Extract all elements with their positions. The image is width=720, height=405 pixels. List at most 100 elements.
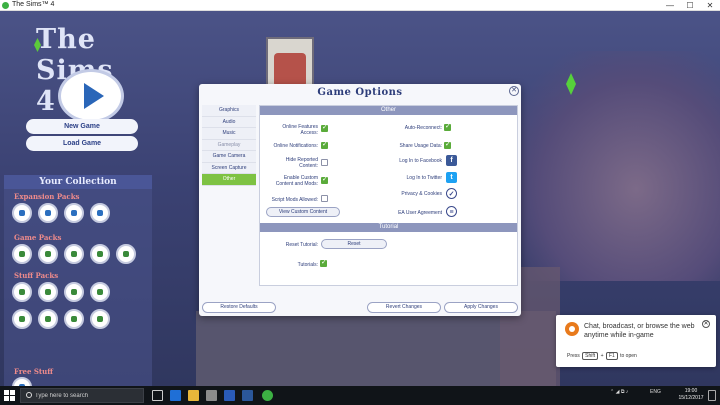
taskbar-search[interactable] bbox=[20, 388, 144, 403]
tab-other[interactable]: Other bbox=[202, 174, 256, 186]
pack-icon[interactable] bbox=[38, 244, 58, 264]
apply-changes-button[interactable]: Apply Changes bbox=[444, 302, 518, 313]
section-other-heading: Other bbox=[260, 106, 517, 115]
twitter-icon[interactable]: t bbox=[446, 172, 457, 183]
category-expansion-packs: Expansion Packs bbox=[14, 192, 80, 201]
pack-icon[interactable] bbox=[64, 244, 84, 264]
pack-icon[interactable] bbox=[12, 203, 32, 223]
script-mods-label: Script Mods Allowed: bbox=[271, 197, 318, 203]
pack-icon[interactable] bbox=[90, 203, 110, 223]
online-features-label: Online Features Access: bbox=[282, 124, 318, 136]
clock[interactable]: 19:00 15/12/2017 bbox=[676, 388, 706, 402]
clock-date: 15/12/2017 bbox=[678, 395, 704, 401]
reset-tutorial-label: Reset Tutorial: bbox=[285, 242, 318, 248]
sims-app-icon[interactable] bbox=[262, 390, 273, 401]
maximize-button[interactable]: ☐ bbox=[680, 0, 700, 11]
options-panel: Other Online Features Access: Online Not… bbox=[259, 105, 518, 286]
category-stuff-packs: Stuff Packs bbox=[14, 271, 59, 280]
pack-icon[interactable] bbox=[116, 244, 136, 264]
close-notification-button[interactable]: ✕ bbox=[702, 320, 710, 328]
reset-tutorial-button[interactable]: Reset bbox=[321, 239, 387, 249]
revert-changes-button[interactable]: Revert Changes bbox=[367, 302, 441, 313]
to-open-label: to open bbox=[620, 353, 637, 359]
tab-gameplay[interactable]: Gameplay bbox=[202, 139, 256, 151]
pack-icon[interactable] bbox=[12, 377, 32, 386]
search-input[interactable] bbox=[35, 390, 140, 401]
pack-icon[interactable] bbox=[38, 282, 58, 302]
shield-check-icon[interactable]: ✓ bbox=[446, 188, 457, 199]
pack-icon[interactable] bbox=[64, 282, 84, 302]
word-icon[interactable] bbox=[242, 390, 253, 401]
restore-defaults-button[interactable]: Restore Defaults bbox=[202, 302, 276, 313]
minimize-button[interactable]: — bbox=[660, 0, 680, 11]
edge-icon[interactable] bbox=[170, 390, 181, 401]
pack-icon[interactable] bbox=[12, 309, 32, 329]
clock-time: 19:00 bbox=[684, 388, 698, 394]
auto-reconnect-checkbox[interactable] bbox=[444, 122, 451, 131]
overlay-notification[interactable]: Chat, broadcast, or browse the web anyti… bbox=[556, 315, 716, 367]
pack-icon[interactable] bbox=[12, 244, 32, 264]
plus-sign: + bbox=[600, 353, 604, 359]
section-tutorial-heading: Tutorial bbox=[260, 223, 517, 232]
pack-icon[interactable] bbox=[12, 282, 32, 302]
play-icon bbox=[84, 83, 104, 109]
custom-content-checkbox[interactable] bbox=[321, 175, 328, 184]
tab-audio[interactable]: Audio bbox=[202, 116, 256, 128]
tray-icons[interactable]: ⌃ ◢ ⧉ ♪ bbox=[610, 389, 628, 395]
tab-game-camera[interactable]: Game Camera bbox=[202, 151, 256, 163]
pack-icon[interactable] bbox=[64, 203, 84, 223]
tutorials-checkbox[interactable] bbox=[320, 258, 327, 267]
dialog-title: Game Options bbox=[317, 87, 403, 98]
tab-graphics[interactable]: Graphics bbox=[202, 105, 256, 117]
window-titlebar: The Sims™ 4 — ☐ ✕ bbox=[0, 0, 720, 11]
notification-text: Chat, broadcast, or browse the web anyti… bbox=[584, 323, 695, 339]
category-game-packs: Game Packs bbox=[14, 233, 62, 242]
press-label: Press bbox=[567, 353, 580, 359]
task-view-icon[interactable] bbox=[152, 390, 163, 401]
ea-agreement-label: EA User Agreement bbox=[398, 210, 442, 216]
online-notifications-label: Online Notifications: bbox=[273, 143, 318, 149]
tab-music[interactable]: Music bbox=[202, 128, 256, 140]
new-game-button[interactable]: New Game bbox=[26, 119, 138, 134]
hide-reported-checkbox[interactable] bbox=[321, 159, 328, 166]
play-button[interactable] bbox=[58, 69, 124, 123]
game-logo: The Sims 4 bbox=[34, 24, 136, 117]
store-icon[interactable] bbox=[206, 390, 217, 401]
background-art bbox=[510, 51, 720, 281]
share-usage-label: Share Usage Data: bbox=[399, 143, 442, 149]
pack-icon[interactable] bbox=[90, 244, 110, 264]
facebook-icon[interactable]: f bbox=[446, 155, 457, 166]
custom-content-label: Enable Custom Content and Mods: bbox=[275, 175, 318, 187]
load-game-button[interactable]: Load Game bbox=[26, 136, 138, 151]
close-dialog-button[interactable]: ✕ bbox=[509, 86, 519, 96]
auto-reconnect-label: Auto-Reconnect: bbox=[404, 125, 442, 131]
tab-screen-capture[interactable]: Screen Capture bbox=[202, 162, 256, 174]
view-custom-content-button[interactable]: View Custom Content bbox=[266, 207, 340, 217]
game-options-dialog: Game Options ✕ Graphics Audio Music Game… bbox=[199, 84, 521, 316]
notifications-icon[interactable] bbox=[708, 390, 716, 401]
pack-icon[interactable] bbox=[38, 309, 58, 329]
share-usage-checkbox[interactable] bbox=[444, 140, 451, 149]
file-explorer-icon[interactable] bbox=[188, 390, 199, 401]
pack-icon[interactable] bbox=[64, 309, 84, 329]
pack-icon[interactable] bbox=[90, 309, 110, 329]
pack-icon[interactable] bbox=[90, 282, 110, 302]
taskbar: ⌃ ◢ ⧉ ♪ ENG 19:00 15/12/2017 bbox=[0, 386, 720, 405]
online-notifications-checkbox[interactable] bbox=[321, 140, 328, 149]
facebook-label: Log In to Facebook bbox=[399, 158, 442, 164]
overlay-icon bbox=[565, 322, 579, 336]
online-features-checkbox[interactable] bbox=[321, 123, 328, 132]
document-icon[interactable]: ≡ bbox=[446, 206, 457, 217]
script-mods-checkbox[interactable] bbox=[321, 195, 328, 202]
hide-reported-label: Hide Reported Content: bbox=[285, 157, 318, 169]
language-indicator[interactable]: ENG bbox=[650, 389, 661, 395]
window-title: The Sims™ 4 bbox=[12, 1, 55, 8]
category-free-stuff: Free Stuff bbox=[14, 367, 54, 376]
shift-key: Shift bbox=[582, 352, 599, 360]
twitter-label: Log In to Twitter bbox=[406, 175, 442, 181]
tutorials-label: Tutorials: bbox=[297, 262, 318, 268]
pack-icon[interactable] bbox=[38, 203, 58, 223]
start-button[interactable] bbox=[4, 390, 15, 401]
mail-icon[interactable] bbox=[224, 390, 235, 401]
close-window-button[interactable]: ✕ bbox=[700, 0, 720, 11]
